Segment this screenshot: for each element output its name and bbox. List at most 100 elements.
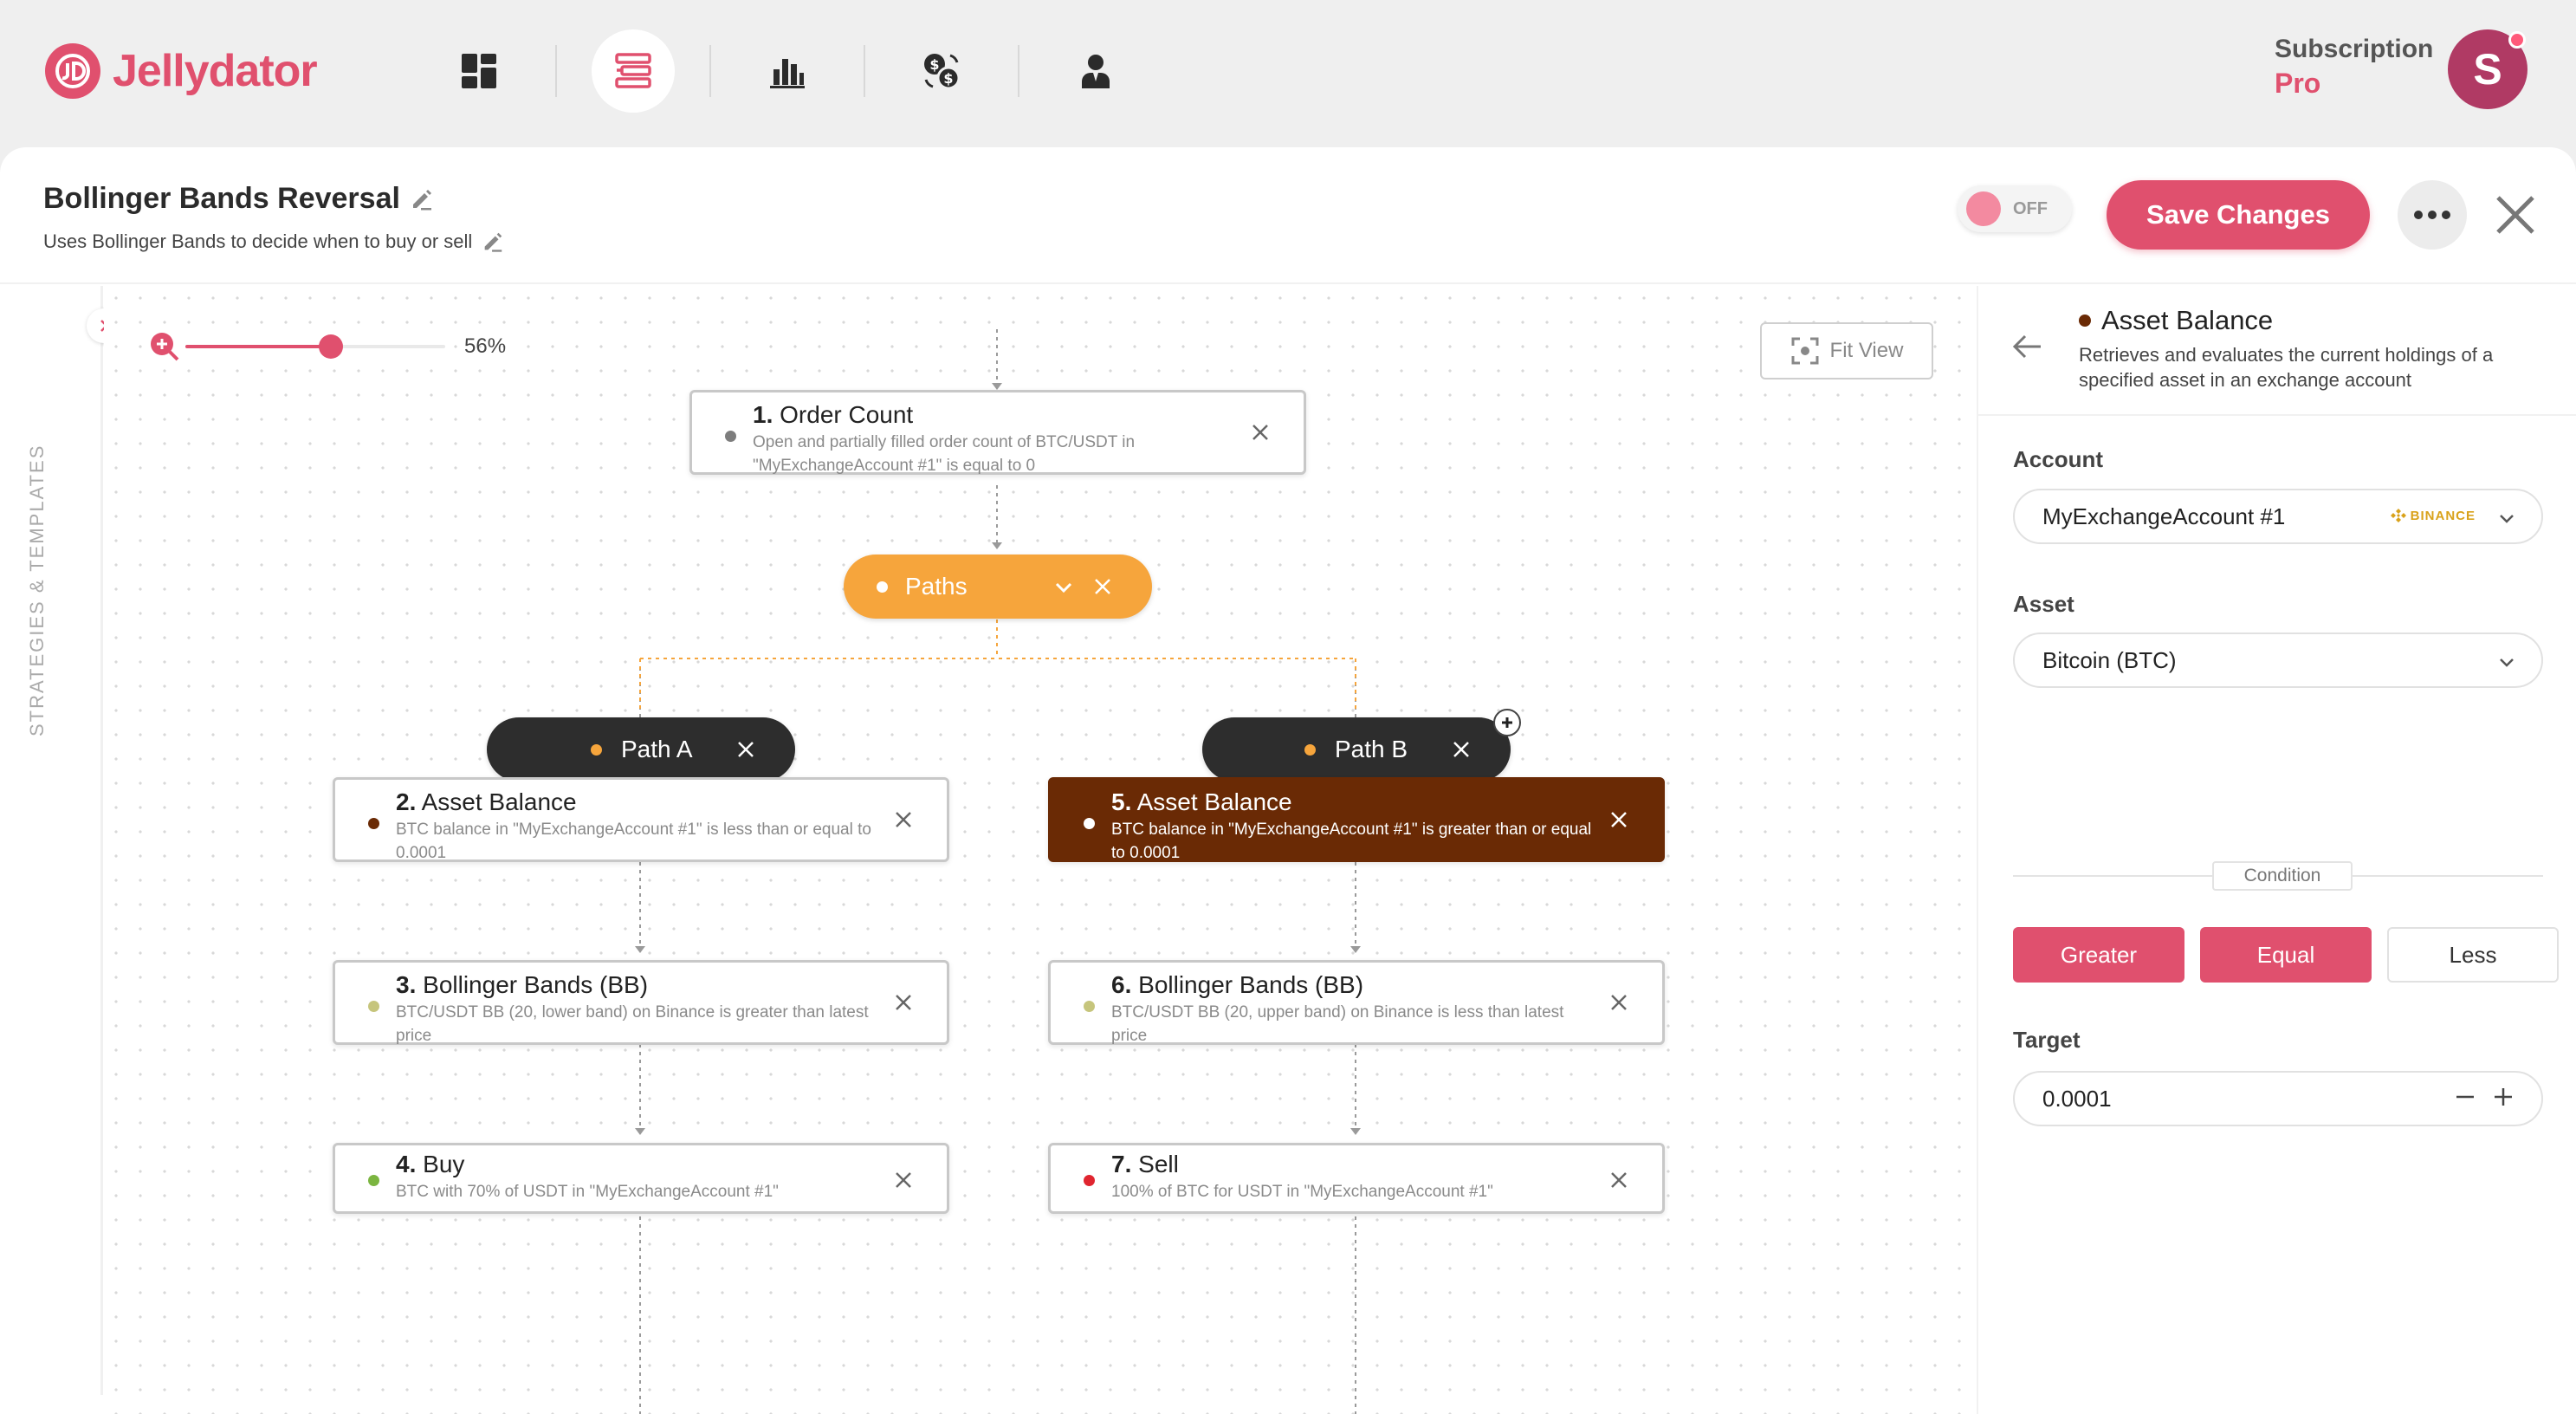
node-title: 7. Sell [1111, 1151, 1179, 1177]
top-navigation-bar: Jellydator $ $ Subscription Pro S [0, 0, 2576, 147]
minus-icon[interactable] [2453, 1085, 2477, 1109]
close-icon [1611, 812, 1627, 827]
sidebar-rail [100, 286, 103, 1395]
close-editor-button[interactable] [2486, 185, 2545, 244]
close-icon [896, 812, 911, 827]
close-icon[interactable] [1452, 740, 1471, 759]
nav-account[interactable] [1054, 29, 1137, 113]
node-title: 5. Asset Balance [1111, 788, 1292, 815]
path-b-label: Path B [1335, 736, 1408, 762]
subscription-label: Subscription [2275, 35, 2434, 63]
node-title: 3. Bollinger Bands (BB) [396, 971, 649, 998]
remove-node-button[interactable] [890, 806, 917, 833]
svg-text:$: $ [943, 70, 953, 87]
edit-description-icon[interactable] [481, 230, 505, 254]
user-avatar[interactable]: S [2448, 29, 2527, 109]
strategy-title[interactable]: Bollinger Bands Reversal [43, 182, 400, 216]
remove-node-button[interactable] [890, 989, 917, 1016]
strategies-templates-sidebar[interactable]: STRATEGIES & TEMPLATES [0, 286, 121, 1414]
nav-dashboard[interactable] [437, 29, 521, 113]
node-title: 2. Asset Balance [396, 788, 577, 815]
plus-icon[interactable] [2491, 1085, 2515, 1109]
remove-node-button[interactable] [1246, 418, 1274, 446]
toggle-state-label: OFF [2013, 198, 2048, 218]
node-type-dot [1304, 743, 1316, 756]
paths-label: Paths [905, 573, 968, 600]
node-type-dot [2079, 315, 2091, 327]
node-type-dot [368, 1175, 379, 1186]
close-icon [2496, 196, 2534, 234]
details-header: Asset Balance Retrieves and evaluates th… [1978, 286, 2576, 416]
details-title-row: Asset Balance [2079, 305, 2273, 336]
flow-node-paths[interactable]: Paths [844, 555, 1152, 619]
node-type-dot [877, 581, 888, 593]
close-icon [1611, 995, 1627, 1010]
binance-badge: BINANCE [2390, 508, 2476, 523]
node-title: 4. Buy [396, 1151, 465, 1177]
chevron-down-icon [2500, 515, 2514, 523]
nav-strategies[interactable] [592, 29, 675, 113]
node-description: BTC/USDT BB (20, lower band) on Binance … [396, 1003, 869, 1045]
flow-node-buy[interactable]: 4. Buy BTC with 70% of USDT in "MyExchan… [333, 1143, 949, 1214]
remove-node-button[interactable] [890, 1166, 917, 1194]
target-value[interactable]: 0.0001 [2042, 1086, 2112, 1112]
flow-node-bollinger-b[interactable]: 6. Bollinger Bands (BB) BTC/USDT BB (20,… [1048, 960, 1665, 1045]
nav-divider [709, 45, 711, 97]
node-title: 6. Bollinger Bands (BB) [1111, 971, 1364, 998]
subscription-info[interactable]: Subscription Pro [2275, 35, 2433, 100]
save-changes-button[interactable]: Save Changes [2107, 180, 2370, 250]
node-type-dot [368, 1001, 379, 1012]
target-input[interactable]: 0.0001 [2013, 1071, 2543, 1126]
node-description: BTC/USDT BB (20, upper band) on Binance … [1111, 1003, 1564, 1045]
node-title: 1. Order Count [753, 401, 914, 428]
node-type-dot [725, 431, 736, 442]
dashboard-icon [462, 54, 496, 88]
plus-icon [1502, 717, 1512, 728]
flow-node-order-count[interactable]: 1. Order Count Open and partially filled… [689, 390, 1306, 475]
asset-select[interactable]: Bitcoin (BTC) [2013, 632, 2543, 688]
flow-node-bollinger-a[interactable]: 3. Bollinger Bands (BB) BTC/USDT BB (20,… [333, 960, 949, 1045]
nav-divider [864, 45, 865, 97]
flow-node-asset-balance-b[interactable]: 5. Asset Balance BTC balance in "MyExcha… [1048, 777, 1665, 862]
close-icon[interactable] [1093, 577, 1112, 596]
flow-node-path-a[interactable]: Path A [487, 717, 795, 782]
nav-exchange[interactable]: $ $ [900, 29, 983, 113]
flow-node-asset-balance-a[interactable]: 2. Asset Balance BTC balance in "MyExcha… [333, 777, 949, 862]
condition-less-button[interactable]: Less [2387, 927, 2559, 983]
account-select[interactable]: MyExchangeAccount #1 BINANCE [2013, 489, 2543, 544]
strategy-description-row: Uses Bollinger Bands to decide when to b… [43, 230, 505, 254]
sidebar-label: STRATEGIES & TEMPLATES [26, 444, 48, 736]
remove-node-button[interactable] [1605, 989, 1633, 1016]
bar-chart-icon [770, 59, 805, 88]
strategy-title-row: Bollinger Bands Reversal [43, 182, 435, 216]
flow-node-path-b[interactable]: Path B [1202, 717, 1511, 782]
node-type-dot [591, 743, 602, 756]
arrow-left-icon [2012, 334, 2041, 359]
condition-label: Condition [2212, 861, 2353, 891]
svg-text:$: $ [929, 56, 939, 73]
app-logo[interactable]: Jellydator [45, 43, 318, 99]
more-options-button[interactable] [2398, 180, 2467, 250]
remove-node-button[interactable] [1605, 1166, 1633, 1194]
flow-node-sell[interactable]: 7. Sell 100% of BTC for USDT in "MyExcha… [1048, 1143, 1665, 1214]
condition-greater-button[interactable]: Greater [2013, 927, 2184, 983]
nav-divider [1018, 45, 1019, 97]
edit-title-icon[interactable] [409, 186, 435, 212]
strategy-canvas[interactable]: 56% Fit View 1. Order Count Open and par… [104, 286, 1977, 1414]
node-description: BTC with 70% of USDT in "MyExchangeAccou… [396, 1183, 779, 1201]
nav-analytics[interactable] [746, 29, 829, 113]
close-icon[interactable] [736, 740, 755, 759]
condition-equal-button[interactable]: Equal [2200, 927, 2372, 983]
strategy-description[interactable]: Uses Bollinger Bands to decide when to b… [43, 230, 472, 253]
target-label: Target [2013, 1027, 2081, 1053]
node-description: Open and partially filled order count of… [753, 433, 1136, 475]
strategy-active-toggle[interactable]: OFF [1958, 185, 2072, 232]
back-button[interactable] [2010, 329, 2044, 368]
logo-mark-icon [45, 43, 100, 99]
node-type-dot [1084, 818, 1095, 829]
exchange-badge-text: BINANCE [2410, 508, 2476, 523]
close-icon [896, 1172, 911, 1188]
add-path-button[interactable] [1493, 709, 1521, 736]
remove-node-button[interactable] [1605, 806, 1633, 833]
chevron-down-icon[interactable] [1053, 577, 1074, 598]
